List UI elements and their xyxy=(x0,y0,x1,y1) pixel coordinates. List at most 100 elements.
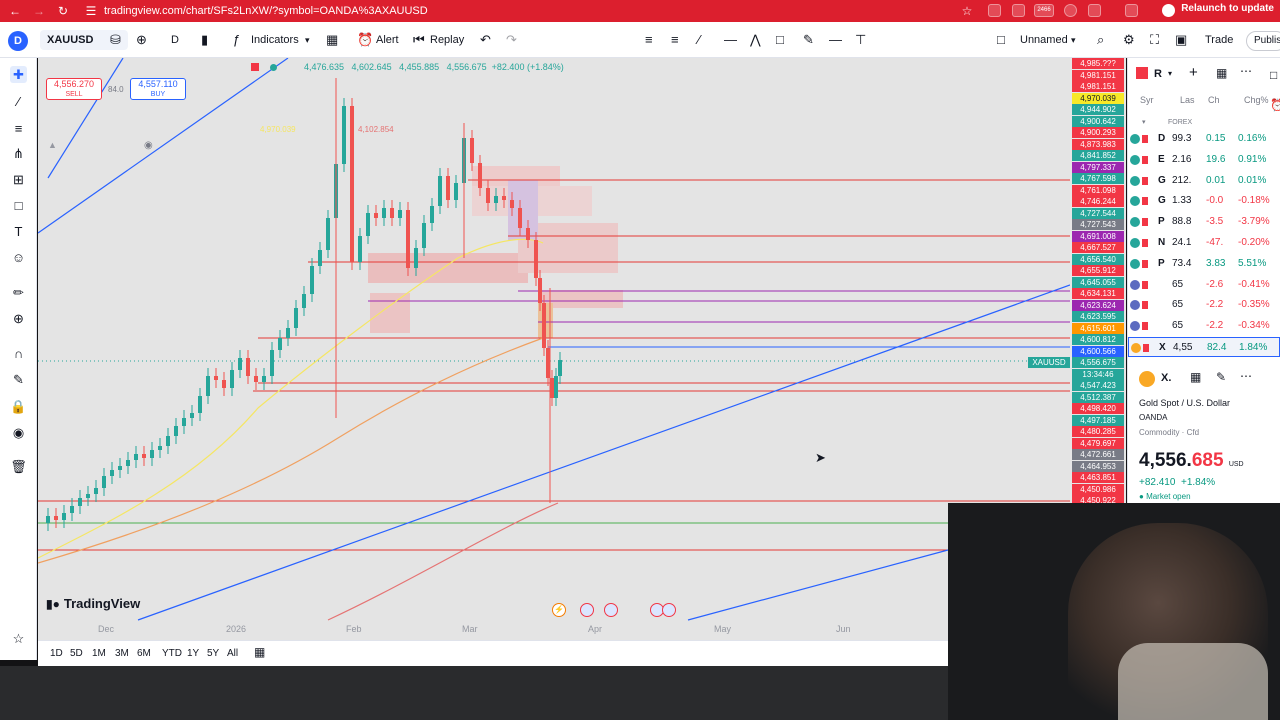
crosshair-icon[interactable]: ✚ xyxy=(10,66,27,83)
side-panel-icon[interactable] xyxy=(1125,4,1138,17)
brush-tool-icon[interactable]: ✎ xyxy=(803,32,814,48)
event-flag-icon[interactable] xyxy=(580,603,594,617)
magnet-icon[interactable]: ∩ xyxy=(10,345,27,362)
search-icon[interactable]: ⌕ xyxy=(1097,32,1104,48)
extension-icon[interactable] xyxy=(988,4,1001,17)
watchlist-row[interactable]: G 1.33 -0.0 -0.18% xyxy=(1128,191,1270,211)
event-flash-icon[interactable]: ⚡ xyxy=(552,603,566,617)
extension-icon[interactable] xyxy=(1064,4,1077,17)
watchlist-row[interactable]: P 73.4 3.83 5.51% xyxy=(1128,254,1268,274)
text-icon[interactable]: T xyxy=(10,223,27,240)
chevron-down-icon[interactable]: ▾ xyxy=(1168,69,1172,78)
watchlist-row[interactable]: P 88.8 -3.5 -3.79% xyxy=(1128,212,1270,232)
watchlist-row[interactable]: D 99.3 0.15 0.16% xyxy=(1128,129,1268,149)
lock-icon[interactable]: 🔒 xyxy=(10,398,27,415)
watchlist-flag-icon[interactable] xyxy=(1136,67,1148,79)
layout-checkbox-icon[interactable]: □ xyxy=(997,32,1005,48)
price-scale[interactable]: 4,985.??? 4,981.151 4,981.151 4,970.039 4,94… xyxy=(1070,58,1126,503)
details-more-icon[interactable]: ⋯ xyxy=(1240,369,1252,383)
templates-grid-icon[interactable]: ▦ xyxy=(326,32,338,48)
undo-icon[interactable]: ↶ xyxy=(480,32,491,48)
watchlist-row[interactable]: G 212. 0.01 0.01% xyxy=(1128,171,1268,191)
extension-icon[interactable] xyxy=(1012,4,1025,17)
camera-icon[interactable]: ▣ xyxy=(1175,32,1187,48)
more-icon[interactable]: ⋯ xyxy=(1240,64,1252,78)
watchlist-column-header[interactable]: Ch xyxy=(1208,95,1220,105)
range-button-all[interactable]: All xyxy=(227,648,238,659)
favorites-star-icon[interactable]: ☆ xyxy=(10,630,27,647)
alert-button[interactable]: Alert xyxy=(376,34,399,46)
stay-drawing-icon[interactable]: ✎ xyxy=(10,371,27,388)
zoom-icon[interactable]: ⊕ xyxy=(10,310,27,327)
trendline-icon[interactable]: ∕ xyxy=(10,93,27,110)
trade-button[interactable]: Trade xyxy=(1205,34,1233,46)
address-bar[interactable]: tradingview.com/chart/SFs2LnXW/?symbol=O… xyxy=(104,5,428,17)
symbol-name[interactable]: XAUUSD xyxy=(47,34,93,46)
range-button-1y[interactable]: 1Y xyxy=(187,648,199,659)
candles-icon[interactable]: ▮ xyxy=(201,32,208,48)
watchlist-row[interactable]: E 2.16 19.6 0.91% xyxy=(1128,150,1268,170)
buy-button[interactable]: 4,557.110 BUY xyxy=(130,78,186,100)
compare-plus-icon[interactable]: ⊕ xyxy=(136,32,147,48)
watchlist-column-header[interactable]: Chg% xyxy=(1244,95,1269,105)
profile-avatar[interactable] xyxy=(1162,4,1175,17)
rectangle-tool-icon[interactable]: □ xyxy=(776,32,784,48)
chevron-down-icon[interactable]: ▾ xyxy=(305,32,310,48)
extension-badge-icon[interactable]: 2466 xyxy=(1034,4,1054,17)
section-chevron-icon[interactable]: ▾ xyxy=(1142,118,1146,126)
watchlist-row[interactable]: 65 -2.2 -0.34% xyxy=(1128,316,1270,336)
eye-toggle-icon[interactable]: ◉ xyxy=(144,140,153,151)
back-icon[interactable]: ← xyxy=(6,2,24,20)
fib-icon[interactable]: ≡ xyxy=(10,120,27,137)
event-flag-icon[interactable] xyxy=(662,603,676,617)
watchlist-row[interactable]: 65 -2.2 -0.35% xyxy=(1128,295,1270,315)
layout-name[interactable]: Unnamed xyxy=(1020,34,1068,46)
sell-button[interactable]: 4,556.270 SELL xyxy=(46,78,102,100)
bookmark-star-icon[interactable]: ☆ xyxy=(958,2,976,20)
indicators-button[interactable]: Indicators xyxy=(251,34,299,46)
shield-icon[interactable]: ⛁ xyxy=(110,32,121,48)
replay-icon[interactable]: ⏮ xyxy=(413,32,425,48)
details-grid-icon[interactable]: ▦ xyxy=(1190,370,1201,384)
range-button-3m[interactable]: 3M xyxy=(115,648,129,659)
reload-icon[interactable]: ↻ xyxy=(54,2,72,20)
ray-tool-icon[interactable]: — xyxy=(724,32,737,48)
extensions-puzzle-icon[interactable] xyxy=(1088,4,1101,17)
details-symbol[interactable]: X. xyxy=(1161,372,1171,384)
collapse-icon[interactable]: ▲ xyxy=(48,140,57,150)
watchlist-title[interactable]: R xyxy=(1154,68,1162,80)
add-symbol-icon[interactable]: + xyxy=(1189,64,1198,81)
price-chart[interactable]: Dec 2026 Feb Mar Apr May Jun xyxy=(38,58,1070,640)
replay-button[interactable]: Replay xyxy=(430,34,464,46)
range-button-5y[interactable]: 5Y xyxy=(207,648,219,659)
icons-smile-icon[interactable]: ☺ xyxy=(10,249,27,266)
trash-icon[interactable]: 🗑 xyxy=(10,458,27,475)
watchlist-column-header[interactable]: Las xyxy=(1180,95,1195,105)
site-info-icon[interactable]: ☰ xyxy=(82,2,100,20)
forecast-icon[interactable]: ⊞ xyxy=(10,171,27,188)
watchlist-column-header[interactable]: Syr xyxy=(1140,95,1154,105)
publish-button[interactable]: Publis xyxy=(1246,31,1280,51)
redo-icon[interactable]: ↷ xyxy=(506,32,517,48)
alert-clock-icon[interactable]: ⏰ xyxy=(357,32,373,48)
watchlist-row[interactable]: 65 -2.6 -0.41% xyxy=(1128,275,1270,295)
interval-selector[interactable]: D xyxy=(171,34,179,46)
account-avatar[interactable]: D xyxy=(8,31,28,51)
ruler-icon[interactable]: ✏ xyxy=(10,284,27,301)
layout-icon[interactable]: ▦ xyxy=(1216,66,1227,80)
event-flag-icon[interactable] xyxy=(604,603,618,617)
relaunch-button[interactable]: Relaunch to update xyxy=(1181,3,1274,14)
range-button-6m[interactable]: 6M xyxy=(137,648,151,659)
range-button-1d[interactable]: 1D xyxy=(50,648,63,659)
goto-date-icon[interactable]: ▦ xyxy=(254,645,265,659)
trendline-tool-icon[interactable]: ∕ xyxy=(698,32,700,48)
fullscreen-icon[interactable]: ⛶ xyxy=(1150,32,1159,48)
section-label[interactable]: FOREX xyxy=(1168,119,1192,126)
chart-pane[interactable]: Dec 2026 Feb Mar Apr May Jun 4,476.635 4,602.6… xyxy=(38,58,1070,640)
range-button-5d[interactable]: 5D xyxy=(70,648,83,659)
watchlist-row[interactable]: X 4,55 82.4 1.84% xyxy=(1128,337,1280,357)
eye-icon[interactable]: ◉ xyxy=(10,424,27,441)
details-edit-icon[interactable]: ✎ xyxy=(1216,370,1226,384)
right-sidebar-icon[interactable]: □ xyxy=(1270,68,1277,82)
drawing-tool-icon[interactable]: ≡ xyxy=(671,32,679,48)
